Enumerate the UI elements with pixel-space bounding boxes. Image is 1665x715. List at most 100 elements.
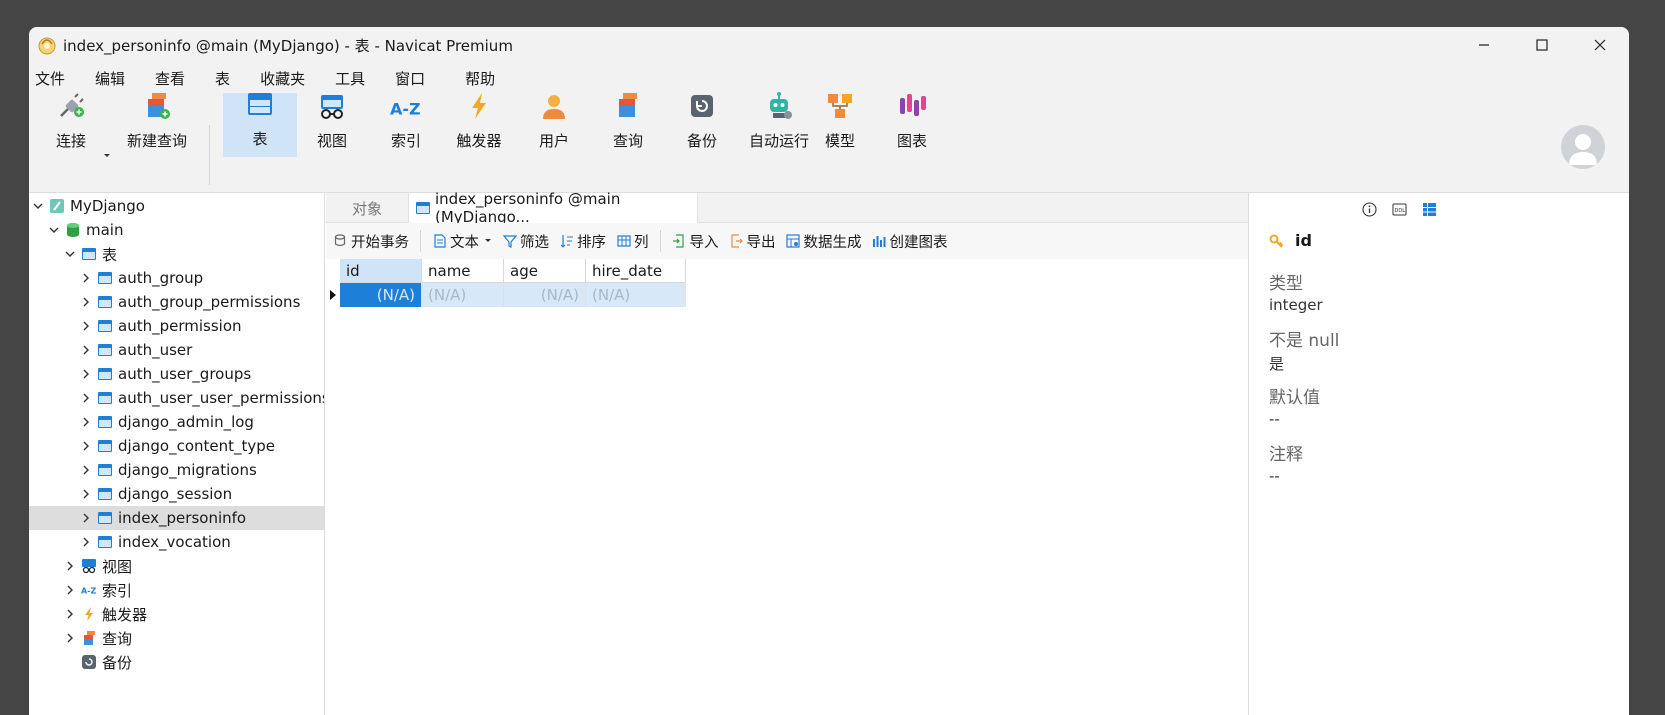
tree-item-table[interactable]: auth_group bbox=[29, 266, 324, 290]
connect-dropdown-icon[interactable] bbox=[103, 145, 111, 163]
menu-tools[interactable]: 工具 bbox=[328, 68, 372, 89]
tree-item-table[interactable]: auth_user bbox=[29, 338, 324, 362]
chevron-down-icon[interactable] bbox=[47, 223, 61, 237]
title-bar: index_personinfo @main (MyDjango) - 表 - … bbox=[29, 27, 1629, 63]
table-name: auth_user_groups bbox=[118, 365, 252, 383]
chevron-right-icon[interactable] bbox=[79, 367, 93, 381]
create-chart-button[interactable]: 创建图表 bbox=[867, 231, 953, 252]
chevron-right-icon[interactable] bbox=[63, 631, 77, 645]
table-name: auth_permission bbox=[118, 317, 242, 335]
info-icon[interactable] bbox=[1361, 201, 1377, 217]
table-name: auth_user_user_permissions bbox=[118, 389, 325, 407]
columns-button[interactable]: 列 bbox=[611, 231, 654, 252]
data-generation-button[interactable]: 数据生成 bbox=[781, 231, 867, 252]
field-info-panel: DDL id 类型 integer 不是 null 是 默认值 -- 注释 -- bbox=[1248, 193, 1629, 715]
chevron-down-icon[interactable] bbox=[31, 199, 45, 213]
chevron-right-icon[interactable] bbox=[79, 271, 93, 285]
index-button[interactable]: A-Z 索引 bbox=[375, 93, 437, 159]
chevron-down-icon[interactable] bbox=[63, 247, 77, 261]
not-null-property: 不是 null 是 bbox=[1269, 326, 1339, 374]
import-button[interactable]: 导入 bbox=[667, 231, 724, 252]
tree-item-table[interactable]: auth_user_groups bbox=[29, 362, 324, 386]
table-icon bbox=[97, 438, 113, 454]
menu-favorites[interactable]: 收藏夹 bbox=[253, 68, 312, 89]
tree-item-table[interactable]: index_personinfo bbox=[29, 506, 324, 530]
menu-view[interactable]: 查看 bbox=[148, 68, 192, 89]
chevron-right-icon[interactable] bbox=[79, 487, 93, 501]
menu-edit[interactable]: 编辑 bbox=[88, 68, 132, 89]
tree-item-table[interactable]: django_content_type bbox=[29, 434, 324, 458]
table-icon bbox=[97, 318, 113, 334]
tree-group-views[interactable]: 视图 bbox=[29, 554, 324, 578]
tree-item-connection[interactable]: MyDjango bbox=[29, 194, 324, 218]
tree-item-table[interactable]: django_session bbox=[29, 482, 324, 506]
maximize-button[interactable] bbox=[1513, 27, 1571, 63]
tree-item-table[interactable]: django_migrations bbox=[29, 458, 324, 482]
table-row[interactable]: (N/A) (N/A) (N/A) (N/A) bbox=[326, 283, 686, 307]
minimize-button[interactable] bbox=[1455, 27, 1513, 63]
new-query-button[interactable]: 新建查询 bbox=[119, 93, 195, 159]
chevron-right-icon[interactable] bbox=[79, 439, 93, 453]
export-button[interactable]: 导出 bbox=[724, 231, 781, 252]
field-grid-icon[interactable] bbox=[1421, 201, 1437, 217]
model-button[interactable]: 模型 bbox=[809, 93, 871, 159]
filter-button[interactable]: 筛选 bbox=[497, 231, 554, 252]
tree-group-tables[interactable]: 表 bbox=[29, 242, 324, 266]
cell-name[interactable]: (N/A) bbox=[422, 283, 504, 307]
backup-button[interactable]: 备份 bbox=[671, 93, 733, 159]
chevron-right-icon[interactable] bbox=[79, 463, 93, 477]
tree-group-backups[interactable]: 备份 bbox=[29, 650, 324, 674]
menu-table[interactable]: 表 bbox=[208, 68, 237, 89]
tree-item-table[interactable]: auth_user_user_permissions bbox=[29, 386, 325, 410]
tab-objects[interactable]: 对象 bbox=[326, 193, 408, 223]
query-button[interactable]: 查询 bbox=[597, 93, 659, 159]
text-document-icon bbox=[432, 234, 447, 249]
tree-group-indexes[interactable]: A-Z 索引 bbox=[29, 578, 324, 602]
avatar[interactable] bbox=[1561, 125, 1605, 169]
tree-item-table[interactable]: django_admin_log bbox=[29, 410, 324, 434]
tree-group-triggers[interactable]: 触发器 bbox=[29, 602, 324, 626]
ddl-icon[interactable]: DDL bbox=[1391, 201, 1407, 217]
type-value: integer bbox=[1269, 296, 1323, 314]
chevron-right-icon[interactable] bbox=[79, 511, 93, 525]
chevron-right-icon[interactable] bbox=[79, 415, 93, 429]
close-icon bbox=[1594, 39, 1606, 51]
table-button[interactable]: 表 bbox=[223, 93, 297, 157]
column-header-id[interactable]: id bbox=[340, 259, 422, 283]
chevron-right-icon[interactable] bbox=[79, 295, 93, 309]
tree-item-table[interactable]: auth_group_permissions bbox=[29, 290, 324, 314]
tab-index-personinfo[interactable]: index_personinfo @main (MyDjango... bbox=[408, 190, 698, 226]
chevron-right-icon[interactable] bbox=[63, 583, 77, 597]
column-header-age[interactable]: age bbox=[504, 259, 586, 283]
chevron-right-icon[interactable] bbox=[79, 343, 93, 357]
tree-group-queries[interactable]: 查询 bbox=[29, 626, 324, 650]
user-button[interactable]: 用户 bbox=[523, 93, 585, 159]
new-query-icon bbox=[141, 90, 173, 122]
chevron-right-icon[interactable] bbox=[79, 535, 93, 549]
menu-file[interactable]: 文件 bbox=[29, 68, 72, 89]
cell-hire-date[interactable]: (N/A) bbox=[586, 283, 686, 307]
trigger-button[interactable]: 触发器 bbox=[447, 93, 511, 159]
chart-button[interactable]: 图表 bbox=[881, 93, 943, 159]
window-title: index_personinfo @main (MyDjango) - 表 - … bbox=[63, 36, 513, 55]
chevron-right-icon[interactable] bbox=[79, 319, 93, 333]
chevron-right-icon[interactable] bbox=[79, 391, 93, 405]
cell-id[interactable]: (N/A) bbox=[340, 283, 422, 307]
tree-item-database[interactable]: main bbox=[29, 218, 324, 242]
chevron-right-icon[interactable] bbox=[63, 559, 77, 573]
text-view-button[interactable]: 文本 bbox=[427, 231, 497, 252]
column-header-hire-date[interactable]: hire_date bbox=[586, 259, 686, 283]
tree-item-table[interactable]: auth_permission bbox=[29, 314, 324, 338]
begin-transaction-button[interactable]: 开始事务 bbox=[326, 231, 414, 252]
svg-text:A-Z: A-Z bbox=[390, 99, 421, 118]
tree-item-table[interactable]: index_vocation bbox=[29, 530, 324, 554]
menu-window[interactable]: 窗口 bbox=[388, 68, 432, 89]
close-button[interactable] bbox=[1571, 27, 1629, 63]
sort-button[interactable]: 排序 bbox=[554, 231, 611, 252]
column-header-name[interactable]: name bbox=[422, 259, 504, 283]
connect-button[interactable]: 连接 bbox=[47, 93, 95, 159]
menu-help[interactable]: 帮助 bbox=[458, 68, 502, 89]
cell-age[interactable]: (N/A) bbox=[504, 283, 586, 307]
view-button[interactable]: 视图 bbox=[301, 93, 363, 159]
chevron-right-icon[interactable] bbox=[63, 607, 77, 621]
